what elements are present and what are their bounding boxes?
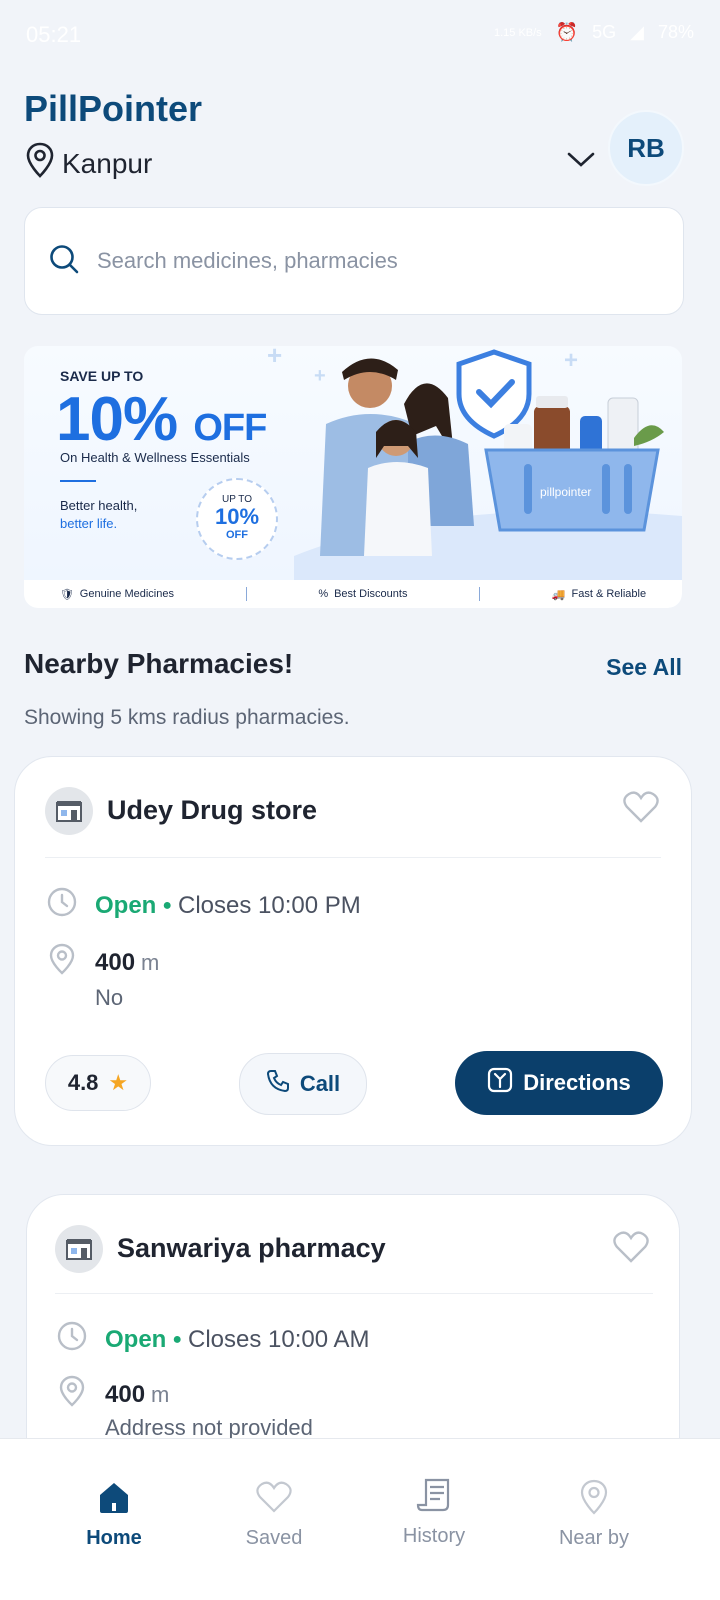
card-divider	[45, 857, 661, 858]
feature-fast-label: Fast & Reliable	[571, 588, 647, 600]
bottom-nav: Home Saved History Near by	[0, 1438, 720, 1600]
hours-row: Open ● Closes 10:00 PM	[47, 887, 361, 924]
search-input[interactable]	[97, 248, 657, 274]
hours-row: Open ● Closes 10:00 AM	[57, 1321, 369, 1358]
receipt-icon	[374, 1475, 494, 1515]
battery-level: 78%	[657, 22, 694, 42]
nav-home-label: Home	[86, 1527, 142, 1549]
shield-check-icon: 🛡	[59, 588, 74, 601]
clock-icon	[47, 887, 77, 924]
chevron-down-icon[interactable]	[566, 150, 596, 175]
feature-discounts-label: Best Discounts	[334, 588, 408, 600]
rating-value: 4.8	[67, 1070, 99, 1095]
banner-off-label: OFF	[193, 407, 267, 449]
feature-genuine-label: Genuine Medicines	[79, 588, 174, 600]
banner-discount-value: 10%	[56, 385, 178, 454]
open-status: Open	[95, 891, 157, 919]
heart-icon	[214, 1477, 334, 1517]
banner-divider	[60, 480, 96, 482]
heart-icon[interactable]	[623, 791, 659, 828]
clock-icon	[57, 1321, 87, 1358]
strip-separator	[479, 587, 481, 601]
banner-feature-strip: 🛡 Genuine Medicines % Best Discounts 🚚 Fast…	[24, 580, 682, 608]
status-dot: ●	[172, 1330, 183, 1348]
status-icons: 1.15 KB/s ⏰ 5G ◢ 78%	[494, 22, 694, 43]
pharmacy-name: Sanwariya pharmacy	[117, 1233, 386, 1263]
heart-icon[interactable]	[613, 1231, 649, 1268]
svg-text:+: +	[267, 346, 282, 370]
network-speed: 1.15 KB/s	[493, 26, 542, 39]
distance-unit: m	[151, 1381, 170, 1407]
status-bar: 05:21 1.15 KB/s ⏰ 5G ◢ 78%	[0, 0, 720, 70]
directions-icon	[487, 1067, 513, 1099]
closing-time: Closes 10:00 PM	[178, 891, 361, 919]
call-button[interactable]: Call	[239, 1053, 367, 1115]
svg-text:pillpointer: pillpointer	[540, 485, 591, 499]
phone-icon	[266, 1069, 290, 1099]
nav-saved-label: Saved	[245, 1527, 303, 1549]
distance-row: 400 m	[47, 943, 159, 982]
strip-separator	[245, 587, 247, 601]
directions-button[interactable]: Directions	[455, 1051, 663, 1115]
section-subtitle: Showing 5 kms radius pharmacies.	[24, 706, 350, 729]
see-all-link[interactable]: See All	[606, 654, 682, 681]
directions-label: Directions	[523, 1070, 631, 1095]
store-icon	[55, 1225, 103, 1273]
feature-fast: 🚚 Fast & Reliable	[552, 588, 646, 601]
pharmacy-card[interactable]: Udey Drug store Open ● Closes 10:00 PM 4…	[14, 756, 692, 1146]
app-title: PillPointer	[24, 88, 203, 129]
open-status: Open	[105, 1325, 167, 1353]
banner-discount: 10% OFF	[56, 384, 267, 455]
nav-history-label: History	[402, 1525, 466, 1547]
star-icon: ★	[108, 1070, 129, 1095]
nav-history[interactable]: History	[374, 1475, 494, 1548]
location-selector[interactable]: Kanpur	[24, 142, 152, 185]
network-type: 5G	[592, 22, 617, 42]
search-icon	[49, 244, 79, 279]
distance-value: 400	[95, 948, 136, 976]
section-title: Nearby Pharmacies!	[24, 648, 294, 679]
banner-subtitle: On Health & Wellness Essentials	[60, 450, 250, 465]
status-dot: ●	[162, 896, 173, 914]
rating-badge: 4.8 ★	[45, 1055, 151, 1111]
pharmacy-name: Udey Drug store	[107, 795, 318, 825]
location-label: Kanpur	[62, 147, 153, 179]
location-pin-icon	[24, 142, 56, 185]
status-time: 05:21	[26, 22, 82, 47]
banner-badge: UP TO 10% OFF	[196, 478, 278, 560]
banner-tagline-2: better life.	[60, 516, 118, 531]
location-pin-icon	[534, 1477, 654, 1517]
nav-saved[interactable]: Saved	[214, 1477, 334, 1550]
svg-text:+: +	[564, 347, 578, 374]
closing-time: Closes 10:00 AM	[188, 1325, 370, 1353]
banner-tagline-1: Better health,	[60, 498, 138, 513]
badge-value: 10%	[214, 504, 260, 529]
location-pin-icon	[57, 1375, 87, 1414]
nav-nearby[interactable]: Near by	[534, 1477, 654, 1550]
delivery-truck-icon: 🚚	[551, 588, 566, 601]
pharmacy-address: No	[95, 985, 124, 1010]
distance-unit: m	[141, 949, 160, 975]
signal-icon: ◢	[630, 22, 644, 42]
badge-bottom: OFF	[226, 529, 248, 541]
search-bar[interactable]	[24, 207, 684, 315]
nav-home[interactable]: Home	[54, 1477, 174, 1550]
distance-value: 400	[105, 1380, 146, 1408]
location-pin-icon	[47, 943, 77, 982]
store-icon	[45, 787, 93, 835]
card-divider	[55, 1293, 653, 1294]
banner-save-label: SAVE UP TO	[60, 368, 144, 384]
alarm-icon: ⏰	[555, 22, 579, 42]
feature-discounts: % Best Discounts	[318, 588, 407, 600]
distance-row: 400 m	[57, 1375, 169, 1414]
percent-tag-icon: %	[318, 588, 329, 600]
avatar[interactable]: RB	[608, 110, 684, 186]
call-label: Call	[299, 1071, 341, 1096]
feature-genuine: 🛡 Genuine Medicines	[60, 588, 174, 601]
home-icon	[54, 1477, 174, 1517]
nav-nearby-label: Near by	[558, 1527, 630, 1549]
svg-text:+: +	[314, 365, 326, 387]
promo-banner[interactable]: + + + pillpointer SAVE UP TO 10% OFF On …	[24, 346, 682, 608]
